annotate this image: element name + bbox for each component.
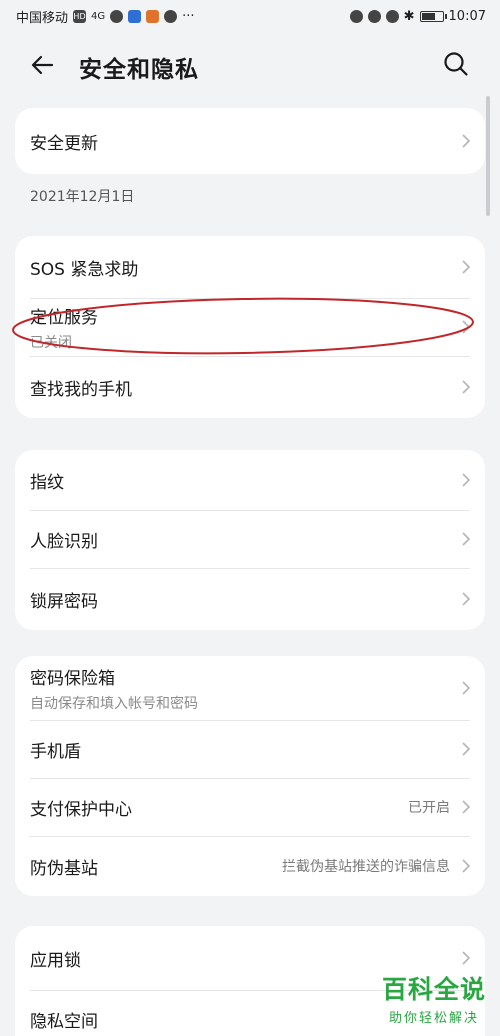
chevron-right-icon (462, 532, 471, 546)
location-service-label: 定位服务 (30, 307, 98, 328)
app-notification-icon (128, 9, 142, 23)
app-notification-icon (164, 9, 178, 23)
protection-card: 密码保险箱 自动保存和填入帐号和密码 手机盾 支付保护中心 已开启 防伪基站 拦… (15, 656, 485, 896)
more-notifications-icon: ··· (182, 8, 195, 24)
watermark-sub: 助你轻松解决 (388, 1011, 479, 1026)
find-my-phone-label: 查找我的手机 (30, 379, 132, 400)
chevron-right-icon (462, 260, 471, 274)
lock-screen-password-label: 锁屏密码 (30, 591, 98, 612)
scrollbar[interactable] (486, 96, 490, 216)
battery-icon (419, 10, 447, 22)
back-arrow-icon[interactable] (28, 50, 58, 80)
password-vault-label: 密码保险箱 (30, 668, 115, 689)
watermark-logo: 百科全说 助你轻松解决 (382, 970, 486, 1026)
sos-row[interactable]: SOS 紧急求助 (15, 236, 485, 298)
payment-protection-status: 已开启 (408, 800, 450, 816)
lock-screen-password-row[interactable]: 锁屏密码 (15, 568, 485, 630)
chevron-right-icon (462, 800, 471, 814)
chevron-right-icon (462, 681, 471, 695)
watermark-main: 百科全说 (381, 975, 486, 1004)
find-my-phone-row[interactable]: 查找我的手机 (15, 356, 485, 418)
chevron-right-icon (462, 592, 471, 606)
security-update-date: 2021年12月1日 (30, 189, 135, 205)
sos-label: SOS 紧急求助 (30, 259, 139, 280)
security-update-label: 安全更新 (30, 133, 98, 154)
unlock-card: 指纹 人脸识别 锁屏密码 (15, 450, 485, 630)
fake-base-station-desc: 拦截伪基站推送的诈骗信息 (282, 859, 450, 875)
security-update-card: 安全更新 (15, 108, 485, 174)
payment-protection-row[interactable]: 支付保护中心 已开启 (15, 778, 485, 836)
alarm-icon (385, 9, 399, 23)
chevron-right-icon (462, 951, 471, 965)
app-bar: 安全和隐私 (0, 36, 500, 94)
security-update-row[interactable]: 安全更新 (15, 108, 485, 174)
hd-icon: HD (73, 9, 87, 23)
face-recognition-row[interactable]: 人脸识别 (15, 510, 485, 568)
carrier-label: 中国移动 (16, 10, 69, 26)
app-notification-icon (146, 9, 160, 23)
status-left: 中国移动 HD 4G ··· (16, 7, 195, 26)
fake-base-station-row[interactable]: 防伪基站 拦截伪基站推送的诈骗信息 (15, 836, 485, 896)
chevron-right-icon (462, 320, 471, 334)
app-notification-icon (110, 9, 124, 23)
face-recognition-label: 人脸识别 (30, 531, 98, 552)
status-bar: 中国移动 HD 4G ··· ✱ 10:07 (0, 0, 500, 32)
nfc-icon (349, 9, 363, 23)
search-icon[interactable] (442, 50, 470, 78)
clock: 10:07 (448, 8, 486, 24)
bluetooth-icon: ✱ (403, 8, 415, 24)
phone-shield-row[interactable]: 手机盾 (15, 720, 485, 778)
chevron-right-icon (462, 742, 471, 756)
chevron-right-icon (462, 473, 471, 487)
chevron-right-icon (462, 859, 471, 873)
password-vault-desc: 自动保存和填入帐号和密码 (30, 695, 198, 712)
phone-shield-label: 手机盾 (30, 741, 81, 762)
chevron-right-icon (462, 134, 471, 148)
app-lock-label: 应用锁 (30, 950, 81, 971)
fingerprint-row[interactable]: 指纹 (15, 450, 485, 510)
eye-comfort-icon (367, 9, 381, 23)
fingerprint-label: 指纹 (30, 472, 64, 493)
chevron-right-icon (462, 380, 471, 394)
status-right: ✱ 10:07 (349, 8, 486, 24)
location-service-row[interactable]: 定位服务 已关闭 (15, 298, 485, 356)
location-card: SOS 紧急求助 定位服务 已关闭 查找我的手机 (15, 236, 485, 418)
page-title: 安全和隐私 (79, 57, 199, 83)
location-service-status: 已关闭 (30, 334, 72, 351)
signal-icon: 4G (91, 10, 106, 22)
password-vault-row[interactable]: 密码保险箱 自动保存和填入帐号和密码 (15, 656, 485, 720)
